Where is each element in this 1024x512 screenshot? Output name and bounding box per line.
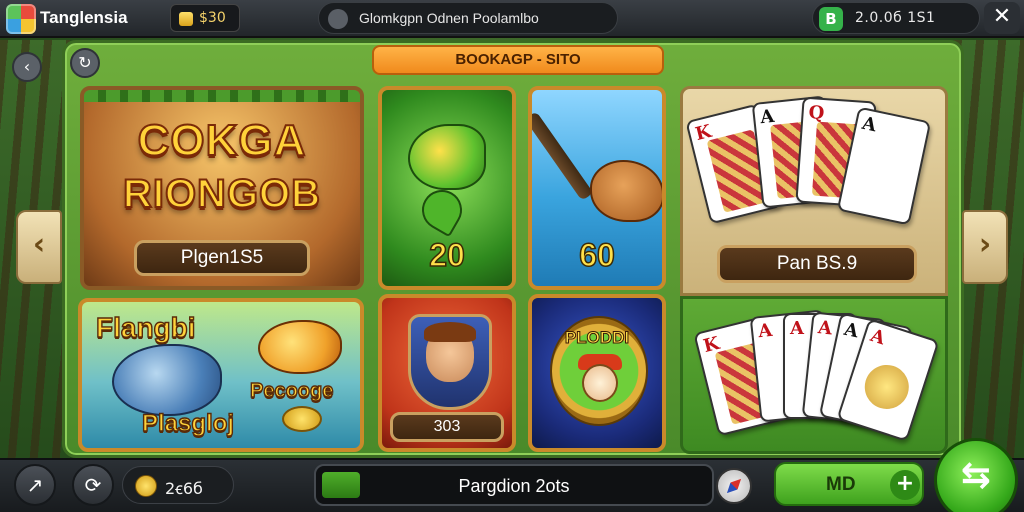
app-title: Tanglensia <box>40 8 128 27</box>
top-bar: Tanglensia $30 Glomkgpn Odnen Poolamlbo … <box>0 0 1024 38</box>
card-rank: A <box>816 317 834 340</box>
sync-button[interactable]: ⟳ <box>72 464 114 506</box>
hero-plaque: 303 <box>390 412 504 442</box>
progress-label: Pargdion 2ots <box>458 476 570 496</box>
game-tile-badge[interactable]: PLODDI <box>528 294 666 452</box>
gold-medal-icon <box>859 359 915 415</box>
game-tile-hero[interactable]: 303 <box>378 294 516 452</box>
card-rank: Q <box>807 102 826 125</box>
game-tile-cards-bottom[interactable]: K A A A A A <box>680 296 948 454</box>
fish2-mid-text: Pecooge <box>249 379 334 402</box>
scroll-right-arrow[interactable]: › <box>962 210 1008 284</box>
vine-decor <box>84 90 360 102</box>
app-logo-icon <box>6 4 36 34</box>
game-tile-fish-ocean[interactable]: Flangbi Pecooge Plasgloj <box>78 298 364 452</box>
card-rank: A <box>842 318 861 343</box>
share-button[interactable]: ↗ <box>14 464 56 506</box>
md-button-label: MD <box>826 474 856 495</box>
balance-badge-icon: B <box>819 7 843 31</box>
swap-button[interactable]: ⇆ <box>934 438 1018 512</box>
blue-fish-icon <box>112 344 222 416</box>
search-dot-icon <box>328 9 348 29</box>
coin-icon <box>179 12 193 26</box>
back-button[interactable]: ‹ <box>12 52 42 82</box>
refresh-button[interactable]: ↻ <box>70 48 100 78</box>
badge-text: PLODDI <box>564 328 630 348</box>
balance-value: 2.0.0б 1S1 <box>855 10 936 26</box>
progress-bar: Pargdion 2ots <box>314 464 714 506</box>
card-rank: A <box>790 318 804 339</box>
cards-plaque: Pan BS.9 <box>717 245 917 283</box>
fish-icon <box>408 124 486 190</box>
card-rank: A <box>757 319 774 343</box>
tile-number: 60 <box>578 236 615 274</box>
orange-fish-icon <box>258 320 342 374</box>
creature-icon <box>590 160 662 222</box>
gold-coin-icon <box>135 475 157 497</box>
game-tile-hunter[interactable]: 60 <box>528 86 666 290</box>
coin-stack-icon <box>282 406 322 432</box>
featured-plaque: Plgen1S5 <box>134 240 310 276</box>
featured-title-line1: COKGA <box>137 115 307 166</box>
game-tile-cards-top[interactable]: K A Q A Pan BS.9 <box>680 86 948 296</box>
game-tile-featured[interactable]: COKGA RIONGOB Plgen1S5 <box>80 86 364 290</box>
gold-counter[interactable]: 2ꞓ6б <box>122 466 234 504</box>
scroll-left-arrow[interactable]: ‹ <box>16 210 62 284</box>
fish2-bottom-text: Plasgloj <box>141 409 235 437</box>
fish-tail-icon <box>414 182 470 238</box>
badge-character-icon <box>582 364 618 402</box>
search-bar[interactable]: Glomkgpn Odnen Poolamlbo <box>318 2 618 34</box>
plus-icon[interactable]: + <box>890 470 920 500</box>
search-text: Glomkgpn Odnen Poolamlbo <box>359 10 539 26</box>
tile-number: 20 <box>428 236 465 274</box>
harpoon-icon <box>532 111 594 201</box>
coin-counter[interactable]: $30 <box>170 4 240 32</box>
game-tile-fish-green[interactable]: 20 <box>378 86 516 290</box>
close-button[interactable]: ✕ <box>984 2 1020 34</box>
gold-value: 2ꞓ6б <box>165 479 203 498</box>
section-banner: BOOKAGP - SITO <box>372 45 664 75</box>
card-rank: A <box>860 112 879 137</box>
compass-icon[interactable] <box>716 468 752 504</box>
fish2-top-text: Flangbi <box>95 311 196 343</box>
md-button[interactable]: MD + <box>774 462 924 506</box>
hero-hair <box>424 322 476 342</box>
balance-display[interactable]: B 2.0.0б 1S1 <box>812 2 980 34</box>
coin-count: $30 <box>199 10 226 26</box>
card-rank: A <box>867 325 888 350</box>
featured-title-line2: RIONGOB <box>122 171 322 217</box>
